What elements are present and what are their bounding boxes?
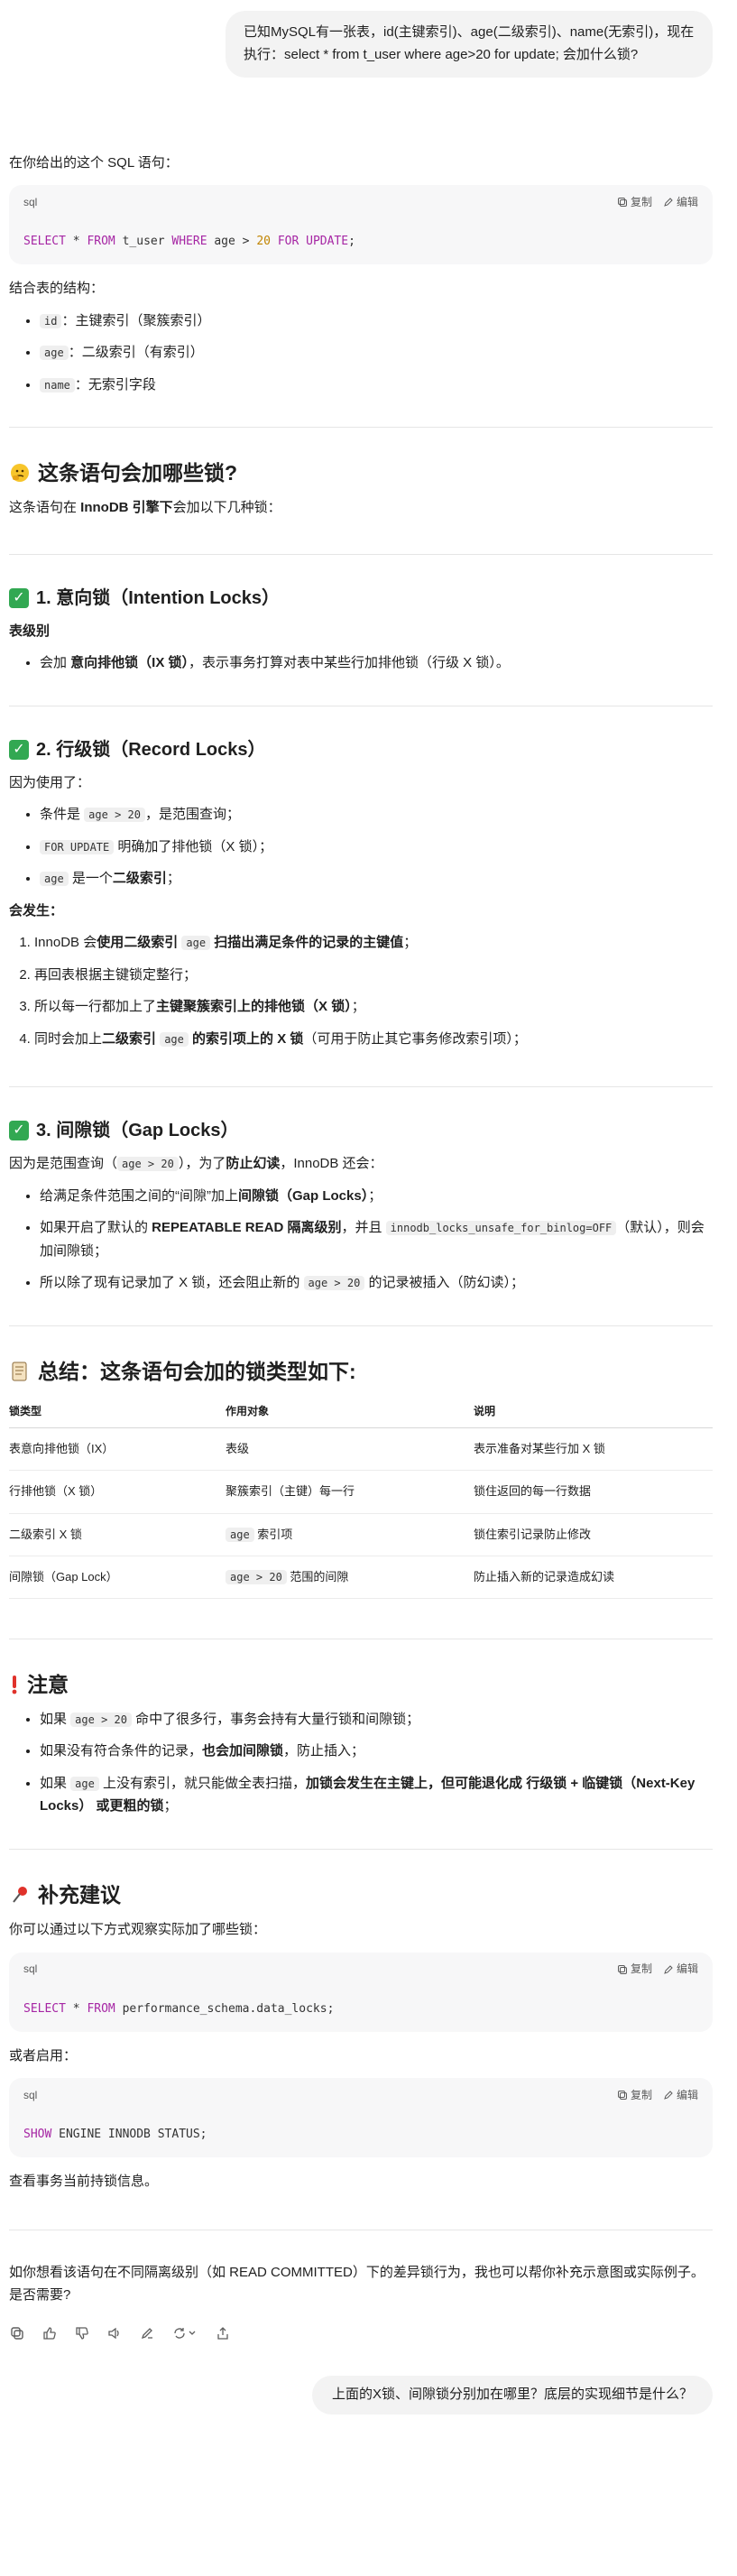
section-heading-intention: ✓ 1. 意向锁（Intention Locks） bbox=[9, 586, 713, 611]
table-row: 二级索引 X 锁 age 索引项 锁住索引记录防止修改 bbox=[9, 1513, 713, 1556]
list-item: 同时会加上二级索引 age 的索引项上的 X 锁（可用于防止其它事务修改索引项）… bbox=[34, 1028, 713, 1051]
check-mark-icon: ✓ bbox=[9, 587, 29, 608]
code-block-3: sql 复制 编辑 SHOW ENGINE INNODB STATUS; bbox=[9, 2078, 713, 2158]
list-item: id：主键索引（聚簇索引） bbox=[40, 309, 713, 333]
list-item: name：无索引字段 bbox=[40, 374, 713, 397]
copy-icon bbox=[617, 197, 627, 207]
user-message-bubble: 已知MySQL有一张表，id(主键索引)、age(二级索引)、name(无索引)… bbox=[226, 11, 713, 78]
check-mark-icon: ✓ bbox=[9, 739, 29, 760]
happen-label: 会发生： bbox=[9, 902, 64, 919]
table-level-label: 表级别 bbox=[9, 623, 51, 639]
list-item: 如果 age 上没有索引，就只能做全表扫描，加锁会发生在主键上，但可能退化成 行… bbox=[40, 1772, 713, 1818]
code-lang-label: sql bbox=[23, 195, 38, 208]
divider bbox=[9, 553, 713, 555]
list-item: age：二级索引（有索引） bbox=[40, 341, 713, 365]
list-item: 条件是 age > 20，是范围查询； bbox=[40, 803, 713, 826]
thinking-face-icon bbox=[9, 462, 31, 484]
list-item: 再回表根据主键锁定整行； bbox=[34, 964, 713, 987]
user-message-text: 上面的X锁、间隙锁分别加在哪里？底层的实现细节是什么？ bbox=[331, 2386, 693, 2402]
copy-label: 复制 bbox=[630, 195, 652, 208]
table-row: 间隙锁（Gap Lock） age > 20 范围的间隙 防止插入新的记录造成幻… bbox=[9, 1556, 713, 1599]
copy-code-button[interactable]: 复制 bbox=[617, 2086, 652, 2104]
check-mark-icon: ✓ bbox=[9, 1121, 29, 1141]
message-action-bar bbox=[9, 2325, 713, 2341]
pencil-icon bbox=[664, 2091, 673, 2100]
scroll-icon bbox=[9, 1361, 31, 1382]
or-enable-text: 或者启用： bbox=[9, 2047, 78, 2064]
list-item: InnoDB 会使用二级索引 age 扫描出满足条件的记录的主键值； bbox=[34, 931, 713, 955]
table-header-row: 锁类型 作用对象 说明 bbox=[9, 1394, 713, 1429]
exclamation-icon bbox=[9, 1674, 20, 1695]
edit-code-button[interactable]: 编辑 bbox=[663, 193, 698, 211]
list-item: 所以每一行都加上了主键聚簇索引上的排他锁（X 锁）； bbox=[34, 995, 713, 1019]
summary-table: 锁类型 作用对象 说明 表意向排他锁（IX） 表级 表示准备对某些行加 X 锁 … bbox=[9, 1394, 713, 1599]
section-heading-record: ✓ 2. 行级锁（Record Locks） bbox=[9, 737, 713, 762]
edit-canvas-icon[interactable] bbox=[139, 2325, 155, 2341]
code-block-1: sql 复制 编辑 SELECT * FROM t_user WHERE age… bbox=[9, 185, 713, 265]
section-heading-gap: ✓ 3. 间隙锁（Gap Locks） bbox=[9, 1118, 713, 1143]
divider bbox=[9, 427, 713, 429]
list-item: 如果 age > 20 命中了很多行，事务会持有大量行锁和间隙锁； bbox=[40, 1708, 713, 1731]
list-item: 会加 意向排他锁（IX 锁），表示事务打算对表中某些行加排他锁（行级 X 锁）。 bbox=[40, 651, 713, 675]
list-item: 如果开启了默认的 REPEATABLE READ 隔离级别，并且 innodb_… bbox=[40, 1216, 713, 1262]
code-text: SHOW ENGINE INNODB STATUS; bbox=[23, 2128, 207, 2142]
structure-intro: 结合表的结构： bbox=[9, 281, 105, 297]
copy-code-button[interactable]: 复制 bbox=[617, 1960, 652, 1978]
list-item: age 是一个二级索引； bbox=[40, 867, 713, 891]
section-heading-locks: 这条语句会加哪些锁? bbox=[9, 458, 713, 487]
list-item: 如果没有符合条件的记录，也会加间隙锁，防止插入； bbox=[40, 1740, 713, 1763]
user-message-text: 已知MySQL有一张表，id(主键索引)、age(二级索引)、name(无索引)… bbox=[244, 24, 695, 62]
copy-icon bbox=[617, 1964, 627, 1974]
conversation: 已知MySQL有一张表，id(主键索引)、age(二级索引)、name(无索引)… bbox=[9, 11, 713, 2414]
pushpin-icon bbox=[9, 1884, 31, 1906]
copy-icon[interactable] bbox=[9, 2325, 25, 2341]
because-label: 因为使用了： bbox=[9, 774, 91, 790]
divider bbox=[9, 1848, 713, 1850]
code-text: SELECT * FROM t_user WHERE age > 20 FOR … bbox=[23, 235, 355, 248]
table-row: 行排他锁（X 锁） 聚簇索引（主键）每一行 锁住返回的每一行数据 bbox=[9, 1470, 713, 1514]
gap-intro: 因为是范围查询（ age > 20 ），为了防止幻读，InnoDB 还会： bbox=[9, 1156, 383, 1172]
divider bbox=[9, 1086, 713, 1088]
thumbs-down-icon[interactable] bbox=[74, 2325, 90, 2341]
edit-label: 编辑 bbox=[676, 195, 698, 208]
locks-intro: 这条语句在 InnoDB 引擎下会加以下几种锁： bbox=[9, 500, 281, 516]
user-message-bubble-2: 上面的X锁、间隙锁分别加在哪里？底层的实现细节是什么？ bbox=[311, 2375, 713, 2414]
structure-list: id：主键索引（聚簇索引） age：二级索引（有索引） name：无索引字段 bbox=[9, 309, 713, 397]
table-row: 表意向排他锁（IX） 表级 表示准备对某些行加 X 锁 bbox=[9, 1427, 713, 1472]
speaker-icon[interactable] bbox=[106, 2325, 123, 2341]
thumbs-up-icon[interactable] bbox=[41, 2325, 58, 2341]
divider bbox=[9, 1325, 713, 1326]
list-item: 所以除了现有记录加了 X 锁，还会阻止新的 age > 20 的记录被插入（防幻… bbox=[40, 1271, 713, 1295]
copy-icon bbox=[617, 2091, 627, 2101]
section-heading-note: 注意 bbox=[9, 1670, 713, 1699]
pencil-icon bbox=[664, 1964, 673, 1974]
edit-code-button[interactable]: 编辑 bbox=[663, 2086, 698, 2104]
pencil-icon bbox=[664, 198, 673, 207]
copy-code-button[interactable]: 复制 bbox=[617, 193, 652, 211]
intro-text: 在你给出的这个 SQL 语句： bbox=[9, 154, 179, 171]
closing-text: 如你想看该语句在不同隔离级别（如 READ COMMITTED）下的差异锁行为，… bbox=[9, 2264, 705, 2304]
share-icon[interactable] bbox=[215, 2325, 231, 2341]
regenerate-icon[interactable] bbox=[171, 2325, 198, 2341]
section-heading-suggest: 补充建议 bbox=[9, 1880, 713, 1909]
code-block-2: sql 复制 编辑 SELECT * FROM performance_sche… bbox=[9, 1952, 713, 2032]
view-info-text: 查看事务当前持锁信息。 bbox=[9, 2174, 159, 2190]
list-item: FOR UPDATE 明确加了排他锁（X 锁）； bbox=[40, 836, 713, 859]
edit-code-button[interactable]: 编辑 bbox=[663, 1960, 698, 1978]
section-heading-summary: 总结：这条语句会加的锁类型如下: bbox=[9, 1357, 713, 1386]
suggest-intro: 你可以通过以下方式观察实际加了哪些锁： bbox=[9, 1922, 267, 1938]
list-item: 给满足条件范围之间的“间隙”加上间隙锁（Gap Locks）； bbox=[40, 1185, 713, 1208]
code-text: SELECT * FROM performance_schema.data_lo… bbox=[23, 2001, 335, 2016]
